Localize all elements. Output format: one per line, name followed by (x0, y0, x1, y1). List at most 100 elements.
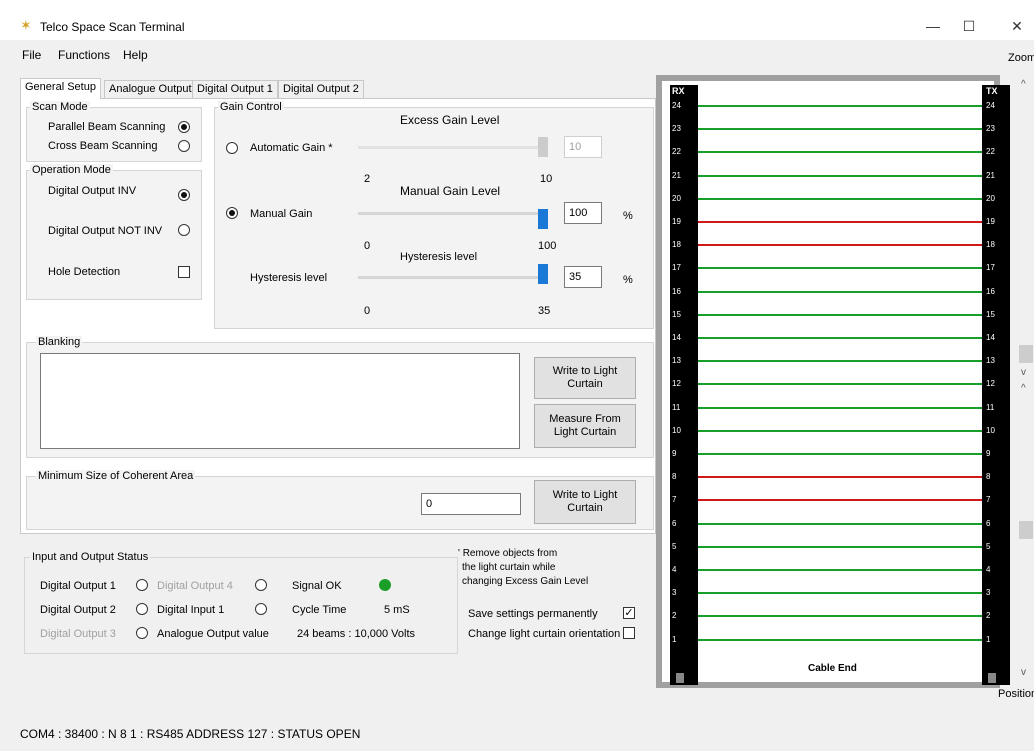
menu-file[interactable]: File (22, 48, 41, 62)
rx-beam-number: 5 (672, 541, 677, 551)
hole-detection-checkbox[interactable] (178, 266, 190, 278)
rx-beam-number: 20 (672, 193, 681, 203)
chevron-up-icon[interactable]: ^ (1021, 383, 1026, 394)
manual-gain-radio[interactable] (226, 207, 238, 219)
position-scroll-thumb[interactable] (1019, 521, 1033, 539)
tx-beam-number: 15 (986, 309, 995, 319)
rx-beam-number: 10 (672, 425, 681, 435)
scroll-thumb[interactable] (1019, 345, 1033, 363)
tab-digital-output-1[interactable]: Digital Output 1 (192, 80, 278, 99)
rx-beam-number: 7 (672, 495, 677, 505)
hysteresis-label: Hysteresis level (250, 272, 328, 284)
beam-line (698, 592, 982, 595)
close-button[interactable]: ✕ (1002, 14, 1032, 38)
maximize-button[interactable]: ☐ (954, 14, 984, 38)
digital-output-3-label: Digital Output 3 (40, 628, 116, 640)
digital-output-inv-radio[interactable] (178, 189, 190, 201)
tx-beam-number: 10 (986, 425, 995, 435)
scan-mode-group (26, 107, 202, 162)
rx-beam-number: 18 (672, 240, 681, 250)
operation-mode-title: Operation Mode (30, 164, 113, 176)
rx-beam-number: 14 (672, 333, 681, 342)
digital-output-not-inv-radio[interactable] (178, 224, 190, 236)
tx-connector (988, 673, 996, 683)
cross-beam-radio[interactable] (178, 140, 190, 152)
beam-line (698, 383, 982, 386)
save-settings-checkbox[interactable]: ✓ (623, 607, 635, 619)
tab-general-setup[interactable]: General Setup (20, 78, 101, 99)
excess-gain-value[interactable]: 10 (564, 136, 602, 158)
rx-beam-number: 4 (672, 565, 677, 574)
min-area-write-button[interactable]: Write to Light Curtain (534, 480, 636, 524)
note-line-1: ' Remove objects from (458, 548, 558, 559)
beam-line (698, 360, 982, 363)
blanking-measure-button[interactable]: Measure From Light Curtain (534, 404, 636, 448)
tab-analogue-output[interactable]: Analogue Output (104, 80, 197, 99)
digital-output-4-indicator (255, 579, 267, 591)
blanking-textarea[interactable] (40, 353, 520, 449)
beam-line (698, 499, 982, 502)
tx-beam-number: 17 (986, 263, 995, 273)
chevron-down-icon[interactable]: v (1021, 367, 1026, 378)
rx-beam-number: 17 (672, 263, 681, 273)
window-title: Telco Space Scan Terminal (40, 20, 185, 34)
manual-gain-slider-thumb[interactable] (538, 209, 548, 229)
menu-functions[interactable]: Functions (58, 48, 110, 62)
light-curtain-view: RX TX 24 24 23 23 22 22 21 21 20 20 19 19 18 18 17 17 16… (656, 75, 1010, 688)
scroll-up-icon[interactable]: ^ (1021, 79, 1026, 90)
rx-beam-number: 1 (672, 634, 677, 644)
menu-help[interactable]: Help (123, 48, 148, 62)
excess-gain-slider-thumb[interactable] (538, 137, 548, 157)
manual-gain-unit: % (623, 210, 633, 222)
hysteresis-slider[interactable] (358, 276, 548, 279)
rx-connector (676, 673, 684, 683)
parallel-beam-radio[interactable] (178, 121, 190, 133)
save-settings-label: Save settings permanently (468, 608, 598, 620)
automatic-gain-radio[interactable] (226, 142, 238, 154)
light-curtain-canvas: RX TX 24 24 23 23 22 22 21 21 20 20 19 19 18 18 17 17 16… (662, 81, 1010, 685)
rx-label: RX (672, 86, 685, 96)
manual-gain-slider[interactable] (358, 212, 548, 215)
beam-line (698, 429, 982, 432)
beam-line (698, 244, 982, 247)
tx-beam-number: 13 (986, 356, 995, 366)
excess-gain-slider[interactable] (358, 146, 548, 149)
zoom-scrollbar[interactable]: ^ v ^ v (1018, 75, 1034, 685)
manual-gain-label: Manual Gain (250, 208, 313, 220)
tx-beam-number: 24 (986, 101, 995, 110)
tab-digital-output-2[interactable]: Digital Output 2 (278, 80, 364, 99)
tx-beam-number: 3 (986, 588, 991, 598)
manual-gain-max: 100 (538, 240, 557, 252)
manual-gain-value[interactable]: 100 (564, 202, 602, 224)
hysteresis-slider-thumb[interactable] (538, 264, 548, 284)
beam-line (698, 406, 982, 409)
scroll-down-icon[interactable]: v (1021, 667, 1026, 678)
io-status-title: Input and Output Status (30, 551, 151, 563)
automatic-gain-label: Automatic Gain * (250, 142, 333, 154)
excess-gain-max: 10 (540, 173, 553, 185)
rx-beam-number: 15 (672, 309, 681, 319)
beam-line (698, 545, 982, 548)
rx-beam-number: 16 (672, 286, 681, 296)
tx-beam-number: 6 (986, 518, 991, 528)
hysteresis-max: 35 (538, 305, 551, 317)
zoom-label: Zoom (1008, 52, 1034, 64)
tx-beam-number: 1 (986, 634, 991, 644)
min-area-input[interactable]: 0 (421, 493, 521, 515)
signal-ok-label: Signal OK (292, 580, 342, 592)
blanking-write-button[interactable]: Write to Light Curtain (534, 357, 636, 399)
hole-detection-label: Hole Detection (48, 266, 121, 278)
rx-beam-number: 12 (672, 379, 681, 389)
hysteresis-value[interactable]: 35 (564, 266, 602, 288)
gain-control-title: Gain Control (218, 101, 284, 113)
cross-beam-label: Cross Beam Scanning (48, 140, 158, 152)
excess-gain-min: 2 (364, 173, 371, 185)
hysteresis-min: 0 (364, 305, 371, 317)
cycle-time-value: 5 mS (384, 604, 410, 616)
orientation-checkbox[interactable] (623, 627, 635, 639)
minimize-button[interactable]: — (918, 14, 948, 38)
digital-output-inv-label: Digital Output INV (48, 185, 137, 197)
manual-gain-title: Manual Gain Level (400, 184, 501, 198)
tx-beam-number: 9 (986, 449, 991, 458)
tx-beam-number: 2 (986, 611, 991, 621)
